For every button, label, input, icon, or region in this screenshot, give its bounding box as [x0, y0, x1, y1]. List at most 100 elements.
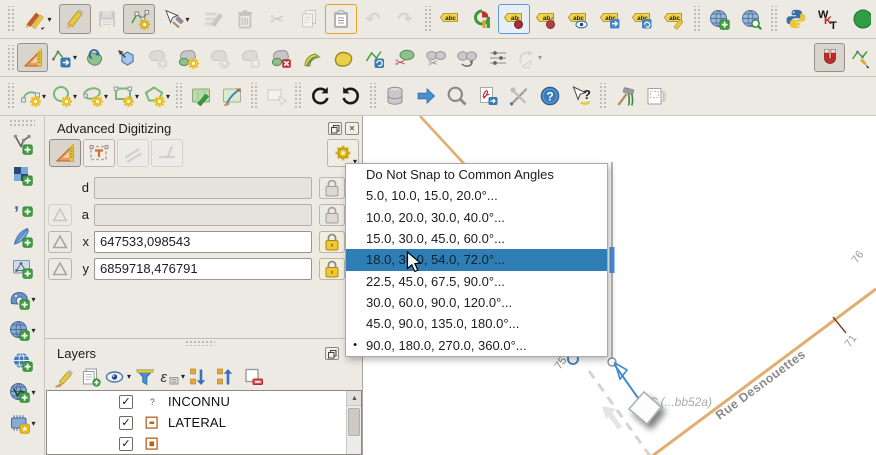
add-mesh-layer-button[interactable]	[6, 254, 38, 282]
layer-list-scrollbar[interactable]: ▲	[346, 391, 361, 454]
whats-this-button[interactable]: ?	[565, 82, 596, 111]
layer-row-inconnu[interactable]: ✓?INCONNU	[47, 391, 361, 412]
reshape-features-button[interactable]	[327, 43, 358, 72]
pin-labels-button[interactable]: ab	[498, 4, 530, 34]
layer-labeling-button[interactable]: abc	[434, 4, 466, 34]
vertex-tool-button[interactable]: ▾	[155, 4, 197, 34]
wkt-plugin-button[interactable]: WKT	[812, 4, 844, 34]
snap-menu-item-8[interactable]: ●90.0, 180.0, 270.0, 360.0°...	[346, 335, 607, 356]
open-layer-styling-button[interactable]	[50, 364, 77, 389]
collapse-all-button[interactable]	[212, 364, 239, 389]
layer-visibility-checkbox[interactable]: ✓	[119, 437, 133, 451]
python-console-button[interactable]	[780, 4, 812, 34]
search-button[interactable]	[441, 82, 472, 111]
float-panel-button[interactable]	[328, 122, 342, 135]
draw-rectangle-button[interactable]: ▾	[110, 82, 141, 111]
delete-part-button[interactable]	[265, 43, 296, 72]
add-vector-layer-button[interactable]	[6, 130, 38, 158]
circular-string-button[interactable]: ▾	[17, 82, 48, 111]
snap-menu-item-2[interactable]: 10.0, 20.0, 30.0, 40.0°...	[346, 207, 607, 228]
draw-regular-polygon-button[interactable]: ▾	[141, 82, 172, 111]
snap-menu-item-5[interactable]: 22.5, 45.0, 67.5, 90.0°...	[346, 271, 607, 292]
print-layout-button[interactable]	[640, 82, 671, 111]
processing-toolbox-button[interactable]	[609, 82, 640, 111]
split-parts-button[interactable]: ✂	[389, 43, 420, 72]
add-arcgis-layer-button[interactable]	[6, 347, 38, 375]
add-raster-layer-button[interactable]	[6, 161, 38, 189]
digitize-with-segment-button[interactable]	[123, 4, 155, 34]
highlight-pinned-labels-button[interactable]: ab	[530, 4, 562, 34]
scrollbar-thumb[interactable]	[348, 408, 360, 436]
y-delta-button[interactable]	[48, 258, 72, 280]
reload-button[interactable]	[335, 82, 366, 111]
add-delimited-text-layer-button[interactable]: ,	[6, 192, 38, 220]
merge-features-button[interactable]	[451, 43, 482, 72]
plugin-round-button[interactable]	[844, 4, 876, 34]
toolbar-handle[interactable]	[9, 119, 35, 127]
x-lock-button[interactable]	[319, 231, 345, 253]
enable-tracing-button[interactable]	[845, 43, 876, 72]
toolbar-handle[interactable]	[6, 6, 15, 32]
construction-mode-button[interactable]	[83, 139, 115, 167]
advanced-digitizing-panel-toggle-button[interactable]	[17, 43, 48, 72]
fill-ring-button[interactable]	[172, 43, 203, 72]
filter-legend-button[interactable]	[131, 364, 158, 389]
enable-snapping-button[interactable]	[814, 43, 845, 72]
metasearch-button[interactable]	[735, 4, 767, 34]
move-feature-button[interactable]: ▾	[48, 43, 79, 72]
float-panel-button[interactable]	[325, 347, 339, 360]
snap-menu-item-7[interactable]: 45.0, 90.0, 135.0, 180.0°...	[346, 313, 607, 334]
toggle-editing-button[interactable]	[59, 4, 91, 34]
enable-advanced-digitizing-button[interactable]	[49, 139, 81, 167]
rotate-label-button[interactable]: abc	[626, 4, 658, 34]
add-wms-layer-button[interactable]: ▾	[6, 316, 38, 344]
snap-menu-item-0[interactable]: Do Not Snap to Common Angles	[346, 164, 607, 185]
style-map-button[interactable]	[216, 82, 247, 111]
scroll-up-button[interactable]: ▲	[347, 391, 362, 406]
layer-visibility-checkbox[interactable]: ✓	[119, 416, 133, 430]
rotate-feature-button[interactable]	[79, 43, 110, 72]
panel-splitter-handle[interactable]	[185, 340, 215, 346]
layer-row-lateral[interactable]: ✓LATERAL	[47, 412, 361, 433]
close-panel-button[interactable]: ✕	[345, 122, 359, 135]
y-input[interactable]	[94, 258, 312, 280]
current-edits-button[interactable]: ▾	[17, 4, 59, 34]
draw-circle-button[interactable]: ▾	[48, 82, 79, 111]
x-input[interactable]	[94, 231, 312, 253]
snap-menu-item-3[interactable]: 15.0, 30.0, 45.0, 60.0°...	[346, 228, 607, 249]
merge-attributes-button[interactable]	[482, 43, 513, 72]
snap-menu-item-1[interactable]: 5.0, 10.0, 15.0, 20.0°...	[346, 185, 607, 206]
merge-selected-features-button[interactable]: ✂	[420, 43, 451, 72]
add-virtual-layer-button[interactable]: ★▾	[6, 409, 38, 437]
move-label-button[interactable]: abc	[594, 4, 626, 34]
metasearch-add-button[interactable]	[703, 4, 735, 34]
add-wfs-layer-button[interactable]: ▾	[6, 378, 38, 406]
snap-menu-item-6[interactable]: 30.0, 60.0, 90.0, 120.0°...	[346, 292, 607, 313]
split-features-button[interactable]	[358, 43, 389, 72]
refresh-map-button[interactable]	[304, 82, 335, 111]
draw-ellipse-button[interactable]: ▾	[79, 82, 110, 111]
run-action-button[interactable]	[410, 82, 441, 111]
layer-diagram-button[interactable]	[466, 4, 498, 34]
add-group-button[interactable]	[77, 364, 104, 389]
snap-menu-item-4[interactable]: 18.0, 36.0, 54.0, 72.0°...	[346, 249, 607, 270]
simplify-feature-button[interactable]	[110, 43, 141, 72]
add-spatialite-layer-button[interactable]	[6, 223, 38, 251]
database-manager-button[interactable]	[379, 82, 410, 111]
remove-layer-button[interactable]	[239, 364, 266, 389]
layer-row-unnamed-2[interactable]: ✓	[47, 433, 361, 454]
add-postgis-layer-button[interactable]: ▾	[6, 285, 38, 313]
offset-curve-button[interactable]	[296, 43, 327, 72]
x-delta-button[interactable]	[48, 231, 72, 253]
paste-features-button[interactable]	[325, 4, 357, 34]
options-button[interactable]	[503, 82, 534, 111]
layer-visibility-checkbox[interactable]: ✓	[119, 395, 133, 409]
toolbar-handle[interactable]	[6, 45, 15, 71]
help-button[interactable]: ?	[534, 82, 565, 111]
y-lock-button[interactable]	[319, 258, 345, 280]
manage-map-themes-button[interactable]: ▾	[104, 364, 131, 389]
export-pdf-button[interactable]	[472, 82, 503, 111]
edit-map-button[interactable]	[185, 82, 216, 111]
show-hide-labels-button[interactable]: abc	[562, 4, 594, 34]
toolbar-handle[interactable]	[6, 83, 15, 109]
